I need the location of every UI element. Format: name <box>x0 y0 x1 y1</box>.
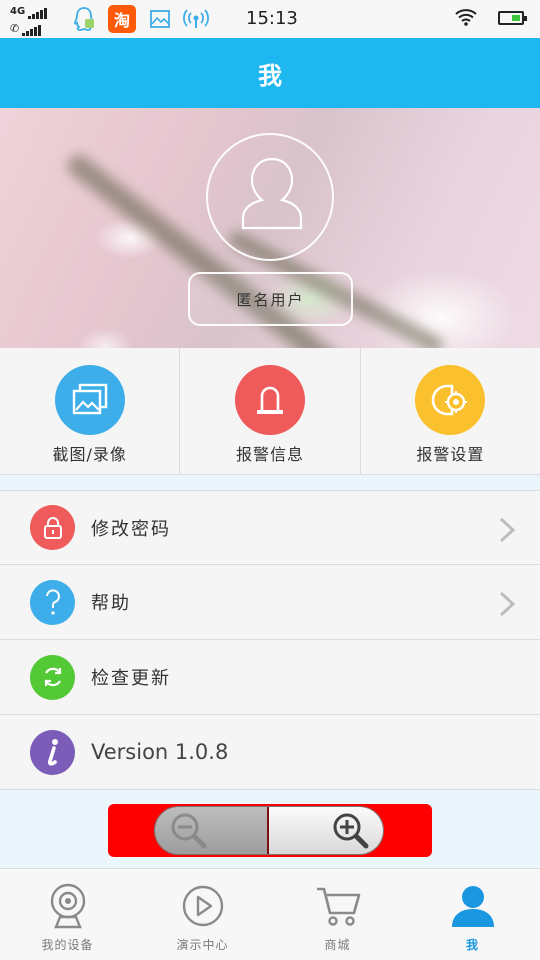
zoom-control <box>108 804 432 857</box>
picture-icon <box>54 365 125 435</box>
nav-item-demo-center[interactable]: 演示中心 <box>135 869 270 960</box>
gallery-icon <box>146 5 174 33</box>
page-title: 我 <box>258 61 282 90</box>
zoom-in-icon <box>333 813 369 848</box>
lock-icon <box>30 505 75 550</box>
play-icon <box>181 882 225 930</box>
nav-label: 我 <box>465 938 479 952</box>
menu-item-check-update[interactable]: 检查更新 <box>0 640 540 715</box>
qq-icon <box>70 5 98 33</box>
hotspot-icon <box>182 5 210 33</box>
question-icon <box>30 579 75 625</box>
chevron-right-icon <box>498 591 516 621</box>
quick-action-label: 报警设置 <box>416 445 485 464</box>
quick-action-alarm-info[interactable]: 报警信息 <box>180 348 361 474</box>
quick-action-label: 报警信息 <box>235 445 304 464</box>
user-silhouette-icon <box>241 157 303 230</box>
info-icon <box>30 729 75 775</box>
zoom-out-icon <box>171 813 207 848</box>
nav-item-my-devices[interactable]: 我的设备 <box>0 869 135 960</box>
zoom-in-button[interactable] <box>269 807 383 854</box>
alarm-light-icon <box>234 365 305 435</box>
signal-bars-2-icon <box>22 25 42 36</box>
menu-item-help[interactable]: 帮助 <box>0 565 540 640</box>
wifi-icon <box>454 8 478 30</box>
menu-item-change-password[interactable]: 修改密码 <box>0 490 540 565</box>
battery-icon <box>498 11 527 25</box>
nav-item-me[interactable]: 我 <box>405 869 540 960</box>
phone-icon: ✆ <box>10 22 20 35</box>
menu-item-label: 检查更新 <box>91 668 171 689</box>
chevron-right-icon <box>498 517 516 547</box>
network-type: 4G <box>10 6 26 17</box>
menu-item-label: 帮助 <box>91 593 131 614</box>
nav-item-shop[interactable]: 商城 <box>270 869 405 960</box>
version-label: Version 1.0.8 <box>91 740 229 764</box>
title-bar: 我 <box>0 38 540 108</box>
quick-actions: 截图/录像 报警信息 报警设置 <box>0 348 540 475</box>
menu-item-label: 修改密码 <box>91 518 171 540</box>
alarm-settings-icon <box>415 365 486 435</box>
refresh-icon <box>30 654 75 700</box>
nav-label: 演示中心 <box>176 938 229 952</box>
user-icon <box>450 882 496 930</box>
zoom-out-button[interactable] <box>155 807 270 854</box>
avatar[interactable] <box>206 133 334 261</box>
camera-icon <box>48 882 88 930</box>
signal-bars-icon <box>28 8 48 19</box>
quick-action-label: 截图/录像 <box>52 445 127 464</box>
quick-action-alarm-settings[interactable]: 报警设置 <box>361 348 540 474</box>
nav-label: 商城 <box>324 938 351 952</box>
signal-indicator: 4G ✆ <box>10 4 56 36</box>
status-bar: 4G ✆ 淘 15:13 <box>0 0 540 38</box>
zoom-track <box>154 806 384 855</box>
nav-label: 我的设备 <box>41 938 94 952</box>
bottom-nav: 我的设备 演示中心 商城 我 <box>0 868 540 960</box>
settings-menu: 修改密码 帮助 检查更新 Version 1.0.8 <box>0 490 540 790</box>
username-button[interactable]: 匿名用户 <box>188 272 353 326</box>
status-clock: 15:13 <box>246 8 298 29</box>
quick-action-screenshots[interactable]: 截图/录像 <box>0 348 181 474</box>
menu-item-version: Version 1.0.8 <box>0 715 540 790</box>
profile-header: 匿名用户 <box>0 108 540 348</box>
taobao-icon: 淘 <box>108 5 136 33</box>
cart-icon <box>315 882 361 930</box>
